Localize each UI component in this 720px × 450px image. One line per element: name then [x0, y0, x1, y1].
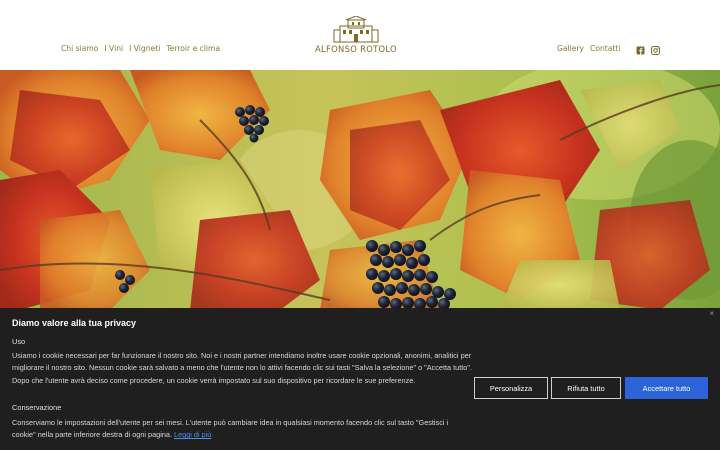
main-nav-right: Gallery Contatti — [557, 44, 627, 53]
cookie-consent-banner: × Diamo valore alla tua privacy Uso Usia… — [0, 308, 720, 450]
nav-gallery[interactable]: Gallery — [557, 44, 584, 53]
instagram-icon[interactable] — [651, 42, 660, 55]
nav-terroir-clima[interactable]: Terroir e clima — [166, 44, 220, 53]
vineyard-photo — [0, 70, 720, 310]
facebook-icon[interactable] — [636, 42, 645, 55]
close-icon[interactable]: × — [709, 309, 714, 318]
main-nav-left: Chi siamo I Vini I Vigneti Terroir e cli… — [61, 44, 226, 53]
reject-all-button[interactable]: Rifiuta tutto — [551, 377, 621, 399]
brand-name: ALFONSO ROTOLO — [315, 44, 397, 54]
cookie-title: Diamo valore alla tua privacy — [12, 318, 137, 328]
estate-building-icon — [333, 15, 379, 43]
nav-i-vini[interactable]: I Vini — [104, 44, 123, 53]
cookie-section-uso-text: Usiamo i cookie necessari per far funzio… — [12, 351, 472, 385]
cookie-section-conservazione-text: Conserviamo le impostazioni dell'utente … — [12, 417, 462, 442]
cookie-conservazione-body: Conserviamo le impostazioni dell'utente … — [12, 418, 449, 440]
cookie-section-conservazione-label: Conservazione — [12, 403, 62, 412]
accept-all-button[interactable]: Accettare tutto — [625, 377, 708, 399]
site-header: Chi siamo I Vini I Vigneti Terroir e cli… — [0, 0, 720, 70]
cookie-section-uso-label: Uso — [12, 337, 26, 346]
brand-logo[interactable]: ALFONSO ROTOLO — [306, 15, 406, 56]
social-links — [636, 42, 660, 55]
hero-image — [0, 70, 720, 310]
nav-contatti[interactable]: Contatti — [590, 44, 620, 53]
nav-i-vigneti[interactable]: I Vigneti — [129, 44, 160, 53]
read-more-link[interactable]: Leggi di più — [174, 430, 211, 439]
customize-button[interactable]: Personalizza — [474, 377, 548, 399]
nav-chi-siamo[interactable]: Chi siamo — [61, 44, 98, 53]
